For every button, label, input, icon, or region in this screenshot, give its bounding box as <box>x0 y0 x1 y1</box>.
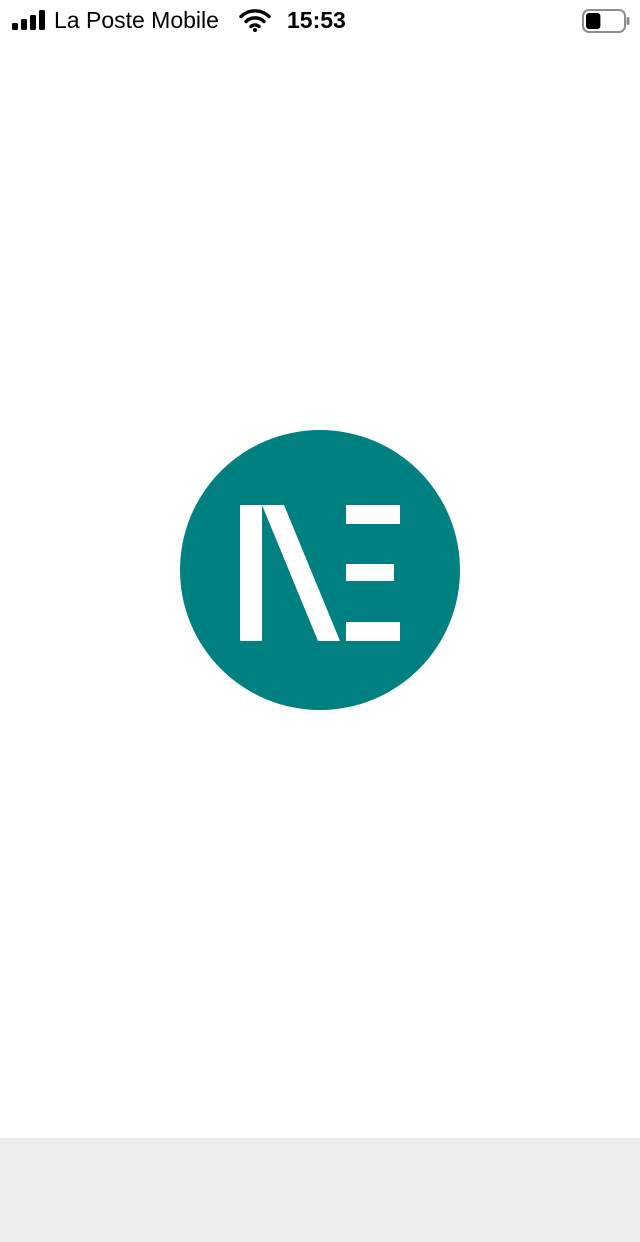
battery-icon <box>582 9 630 33</box>
wifi-icon <box>239 9 271 32</box>
logo-circle <box>180 430 460 710</box>
battery-level-fill <box>586 13 601 29</box>
status-time: 15:53 <box>287 7 346 33</box>
carrier-name: La Poste Mobile <box>54 7 219 33</box>
bottom-panel <box>0 1138 640 1242</box>
app-logo-icon: NE <box>180 430 460 710</box>
cellular-signal-icon <box>12 10 45 30</box>
status-bar: La Poste Mobile 15:53 <box>0 0 640 42</box>
